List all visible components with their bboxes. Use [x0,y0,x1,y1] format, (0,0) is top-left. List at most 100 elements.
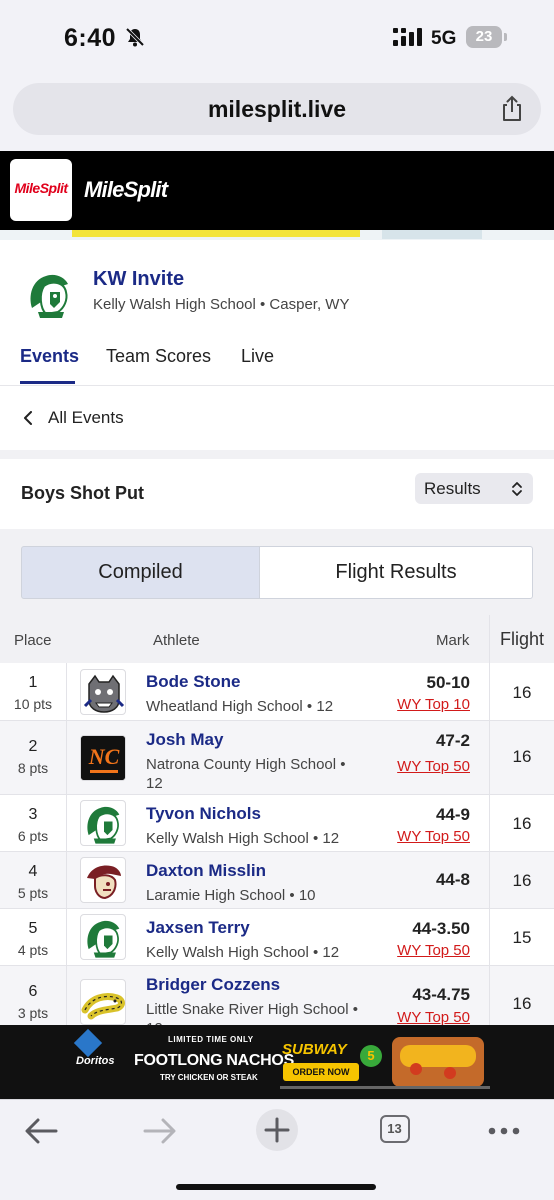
table-row[interactable]: 6 3 pts Bridger Cozzens Little Snake Riv… [0,966,554,1025]
table-row[interactable]: 5 4 pts Jaxsen Terry Kelly Walsh High Sc… [0,909,554,966]
place-points: 3 pts [17,1005,49,1021]
tab-events[interactable]: Events [20,346,79,367]
flight-number: 16 [512,747,532,766]
athlete-name[interactable]: Tyvon Nichols [146,804,261,824]
meet-title[interactable]: KW Invite [93,268,184,291]
ad-headline: FOOTLONG NACHOS [134,1052,294,1069]
header-athlete: Athlete [153,632,200,649]
mark-value: 50-10 [426,673,470,692]
athlete-name[interactable]: Daxton Misslin [146,861,266,881]
active-tab-indicator [20,381,75,384]
ad-order-button[interactable]: ORDER NOW [283,1063,359,1081]
athlete-name[interactable]: Josh May [146,730,223,750]
table-row[interactable]: 2 8 pts NC Josh May Natrona County High … [0,721,554,795]
state-rank-link[interactable]: WY Top 50 [397,1009,470,1025]
place-cell: 4 5 pts [0,852,66,901]
browser-address-area: milesplit.live [0,75,554,151]
top-ad-strip[interactable] [0,230,554,240]
new-tab-plus-icon[interactable] [255,1108,299,1152]
place-cell: 6 3 pts [0,966,66,1021]
state-rank-link[interactable]: WY Top 50 [397,828,470,845]
tab-team-scores[interactable]: Team Scores [106,346,211,367]
ad-brand-right: SUBWAY [282,1041,347,1058]
status-bar: 6:40 5G 23 [0,0,554,75]
place-number: 4 [28,863,38,880]
mark-value: 44-3.50 [412,919,470,938]
event-header: Boys Shot Put Results [0,459,554,529]
results-table-body: 1 10 pts Bode Stone Wheatland High Schoo… [0,663,554,1025]
athlete-name[interactable]: Bridger Cozzens [146,975,280,995]
mark-value: 44-9 [435,805,470,824]
more-icon[interactable] [482,1114,526,1148]
place-number: 6 [28,983,38,1000]
svg-text:NC: NC [88,744,120,769]
trojan-logo [80,800,126,846]
all-events-label: All Events [48,408,124,427]
back-arrow-icon[interactable] [20,1114,64,1148]
forward-arrow-icon[interactable] [137,1114,181,1148]
place-points: 6 pts [17,828,49,844]
meet-location: Kelly Walsh High School • Casper, WY [93,296,350,313]
athlete-name[interactable]: Bode Stone [146,672,240,692]
header-place: Place [14,632,52,649]
mark-value: 43-4.75 [412,985,470,1004]
tabs-button[interactable]: 13 [380,1115,410,1143]
trojan-logo [30,274,69,318]
table-row[interactable]: 3 6 pts Tyvon Nichols Kelly Walsh High S… [0,795,554,852]
place-cell: 3 6 pts [0,795,66,844]
segment-flight-results[interactable]: Flight Results [259,546,533,599]
place-number: 5 [28,920,38,937]
milesplit-logo-box[interactable]: MileSplit [10,159,72,221]
athlete-name[interactable]: Jaxsen Terry [146,918,250,938]
state-rank-link[interactable]: WY Top 50 [397,942,470,959]
milesplit-logo-text[interactable]: MileSplit [84,177,168,203]
battery-icon: 23 [466,26,507,48]
place-cell: 1 10 pts [0,663,66,712]
ad-badge: 5 [360,1045,382,1067]
ad-top-line: LIMITED TIME ONLY [168,1035,254,1044]
athlete-school: Kelly Walsh High School • 12 [146,944,340,961]
status-time: 6:40 [64,24,117,52]
table-row[interactable]: 1 10 pts Bode Stone Wheatland High Schoo… [0,663,554,721]
athlete-school: Kelly Walsh High School • 12 [146,830,340,847]
place-points: 4 pts [17,942,49,958]
athlete-school: Laramie High School • 10 [146,887,316,904]
state-rank-link[interactable]: WY Top 10 [397,696,470,713]
section-gap [0,450,554,459]
mark-value: 47-2 [435,731,470,750]
trojan-logo [80,914,126,960]
place-points: 8 pts [17,760,49,776]
flight-number: 16 [512,871,532,890]
flight-number: 15 [512,928,532,947]
address-bar[interactable]: milesplit.live [13,83,541,135]
tabs-count: 13 [387,1121,402,1136]
state-rank-link[interactable]: WY Top 50 [397,758,470,775]
place-cell: 5 4 pts [0,909,66,958]
tab-live[interactable]: Live [241,346,274,367]
place-points: 5 pts [17,885,49,901]
segment-compiled[interactable]: Compiled [21,546,260,599]
meet-header: KW Invite Kelly Walsh High School • Casp… [0,240,554,385]
view-select-value: Results [424,479,481,498]
doritos-icon [73,1028,103,1058]
header-flight: Flight [500,629,545,649]
bottom-ad-banner[interactable]: Doritos LIMITED TIME ONLY FOOTLONG NACHO… [0,1025,554,1099]
share-icon[interactable] [499,95,525,123]
results-table-header: Place Athlete Mark Flight [0,615,554,663]
place-points: 10 pts [13,696,53,712]
athlete-school: Wheatland High School • 12 [146,698,334,715]
place-number: 1 [28,674,38,691]
view-select[interactable]: Results [415,473,533,504]
url-text: milesplit.live [207,96,347,122]
table-row[interactable]: 4 5 pts Daxton Misslin Laramie High Scho… [0,852,554,909]
athlete-school: Little Snake River High School • 12 [146,1001,359,1025]
chevron-up-down-icon [512,482,522,496]
flight-number: 16 [512,994,532,1013]
signal-icon [393,28,422,46]
all-events-link[interactable]: All Events [0,386,554,450]
bulldog-logo [80,669,126,715]
ad-brand-left: Doritos [76,1055,115,1067]
bell-slash-icon [125,27,145,47]
logo-box-text: MileSplit [14,180,68,196]
place-number: 3 [28,806,38,823]
